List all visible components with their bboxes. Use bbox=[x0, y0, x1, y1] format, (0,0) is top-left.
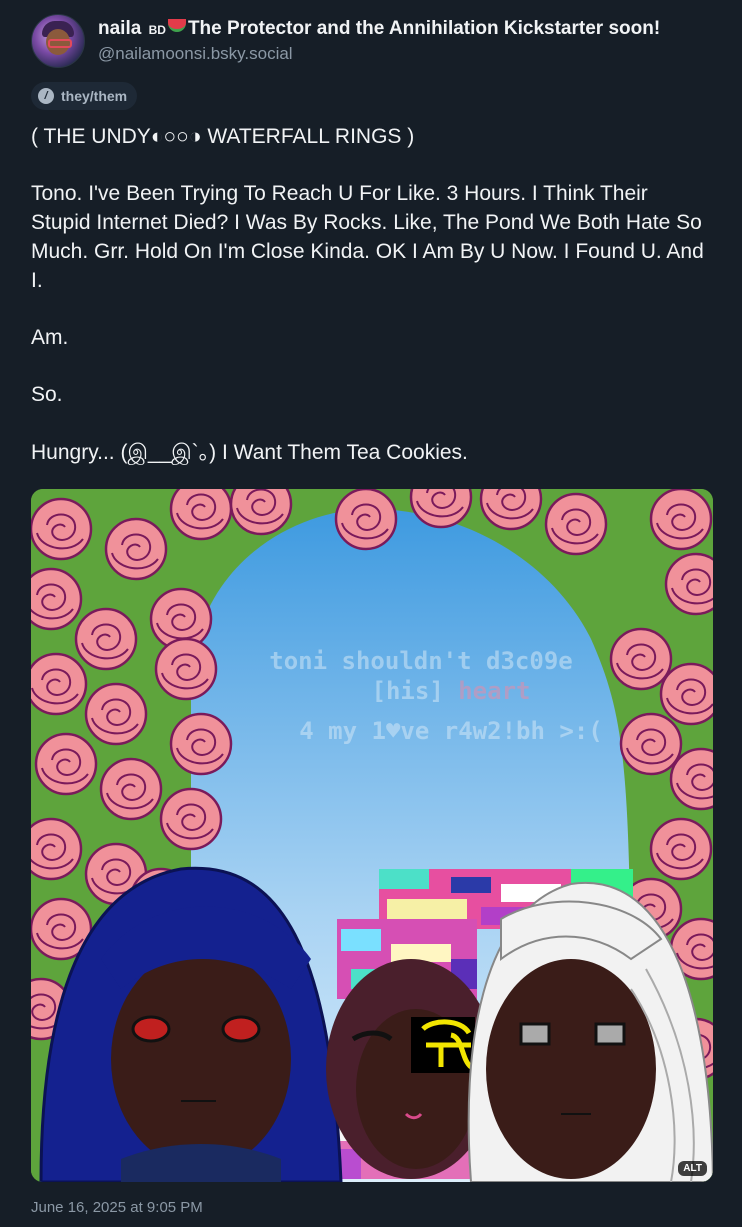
watermelon-icon bbox=[167, 19, 186, 32]
pronouns-label: they/them bbox=[61, 88, 128, 104]
post-image[interactable]: toni shouldn't d3c09e [his] heart 4 my 1… bbox=[31, 489, 713, 1182]
post-text: ( THE UNDY◐○○◑ WATERFALL RINGS ) Tono. I… bbox=[31, 123, 711, 467]
post-timestamp[interactable]: June 16, 2025 at 9:05 PM bbox=[31, 1199, 203, 1216]
post-header: naila BD The Protector and the Annihilati… bbox=[31, 14, 660, 68]
overlay-line-1: toni shouldn't d3c09e bbox=[269, 647, 572, 675]
author-names: naila BD The Protector and the Annihilati… bbox=[98, 14, 660, 68]
post-card: naila BD The Protector and the Annihilati… bbox=[0, 0, 742, 1227]
post-text-paragraph-2: Tono. I've Been Trying To Reach U For Li… bbox=[31, 182, 704, 292]
author-avatar[interactable] bbox=[31, 14, 85, 68]
pronoun-slash-icon: / bbox=[38, 88, 54, 104]
illustration: toni shouldn't d3c09e [his] heart 4 my 1… bbox=[31, 489, 713, 1182]
overlay-line-2a: [his] bbox=[372, 677, 444, 705]
post-text-paragraph-3: Am. bbox=[31, 325, 69, 349]
pronouns-badge: / they/them bbox=[31, 82, 138, 110]
name-badge: BD bbox=[148, 23, 166, 37]
post-text-paragraph-4: So. bbox=[31, 383, 63, 407]
author-display-name[interactable]: naila BD The Protector and the Annihilati… bbox=[98, 18, 660, 41]
post-text-line-1: ( THE UNDY◐○○◑ WATERFALL RINGS ) bbox=[31, 125, 415, 148]
overlay-line-3: 4 my 1♥ve r4w2!bh >:( bbox=[299, 717, 602, 745]
alt-text-badge[interactable]: ALT bbox=[678, 1161, 707, 1176]
post-text-paragraph-5: Hungry... (இ__இ`。) I Want Them Tea Cooki… bbox=[31, 440, 468, 464]
author-handle[interactable]: @nailamoonsi.bsky.social bbox=[98, 44, 660, 64]
overlay-line-2b: heart bbox=[458, 677, 530, 705]
svg-text:[his] heart: [his] heart bbox=[372, 677, 531, 705]
